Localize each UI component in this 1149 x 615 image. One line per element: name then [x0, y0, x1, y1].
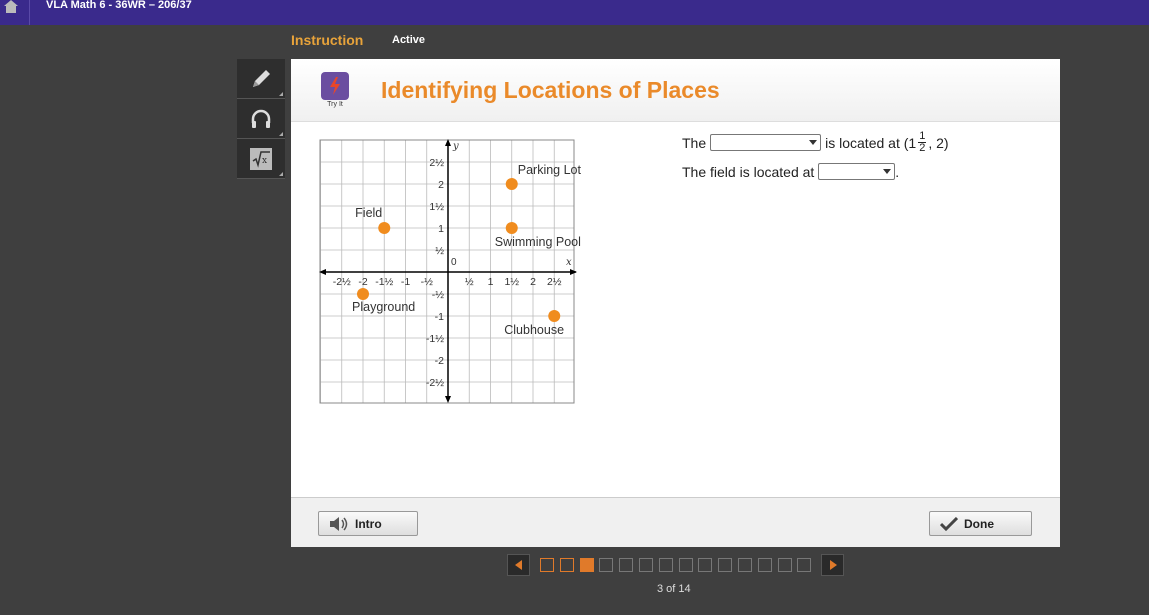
- page-indicator[interactable]: [698, 558, 713, 572]
- q2-text-before: The field is located at: [682, 163, 815, 180]
- x-tick-label: -1: [401, 276, 410, 288]
- page-indicator[interactable]: [737, 558, 752, 572]
- done-button[interactable]: Done: [929, 511, 1032, 536]
- page-indicator[interactable]: [599, 558, 614, 572]
- y-tick-label: 2: [438, 179, 444, 191]
- page-indicator[interactable]: [797, 558, 812, 572]
- point-label: Parking Lot: [518, 163, 582, 177]
- plot-point: [357, 288, 369, 300]
- fraction-half: 1 2: [918, 131, 927, 154]
- page-indicator[interactable]: [638, 558, 653, 572]
- pencil-icon: [253, 69, 270, 87]
- q1-text-before: The: [682, 134, 707, 151]
- place-select[interactable]: [710, 134, 822, 151]
- home-icon: [4, 0, 18, 13]
- y-tick-label: 1½: [429, 201, 444, 213]
- x-tick-label: 1½: [504, 276, 519, 288]
- try-it-badge: Try It: [321, 72, 349, 108]
- arrow-left-icon: [514, 560, 522, 570]
- tab-instruction[interactable]: Instruction: [291, 32, 363, 48]
- page-indicator[interactable]: [678, 558, 693, 572]
- page-indicator[interactable]: [658, 558, 673, 572]
- page-indicator[interactable]: [559, 558, 574, 572]
- y-tick-label: -1½: [426, 333, 444, 345]
- x-tick-label: ½: [465, 276, 474, 288]
- arrow-right-icon: [829, 560, 837, 570]
- x-tick-label: 2½: [547, 276, 562, 288]
- plot-point: [505, 222, 518, 234]
- fraction-denominator: 2: [919, 142, 926, 154]
- panel-footer: Intro Done: [291, 497, 1060, 547]
- page-indicator[interactable]: [579, 558, 594, 572]
- page-count: 3 of 14: [657, 583, 691, 595]
- calculator-icon: x: [250, 147, 272, 170]
- page-indicator[interactable]: [619, 558, 634, 572]
- home-button[interactable]: [0, 0, 30, 25]
- speaker-icon: [330, 516, 348, 531]
- point-label: Clubhouse: [504, 323, 564, 337]
- page-indicator[interactable]: [718, 558, 733, 572]
- lightning-icon: [330, 77, 340, 95]
- page-indicator[interactable]: [540, 558, 554, 572]
- y-axis-label: y: [452, 141, 459, 152]
- page-navigator: [507, 554, 845, 576]
- chevron-down-icon: [883, 169, 892, 174]
- app-title: VLA Math 6 - 36WR – 206/37: [46, 0, 192, 11]
- y-tick-label: 2½: [429, 157, 444, 169]
- page-indicator[interactable]: [757, 558, 772, 572]
- coordinate-graph: x y 0 -2½ -2 -1½ -1 -½ ½ 1 1½ 2 2½2½21½1½-½-1-1½-…: [319, 139, 582, 404]
- page-title: Identifying Locations of Places: [381, 77, 720, 103]
- x-axis-label: x: [566, 257, 572, 268]
- math-tool-button[interactable]: x: [237, 139, 285, 179]
- location-select[interactable]: [818, 163, 896, 180]
- page-indicator[interactable]: [777, 558, 792, 572]
- tool-column: x: [237, 59, 285, 179]
- q2-text-end: .: [895, 163, 900, 180]
- plot-point: [505, 178, 518, 190]
- origin-label: 0: [451, 257, 457, 268]
- x-tick-label: -1½: [375, 276, 393, 288]
- y-tick-label: -2½: [426, 377, 444, 389]
- headphones-icon: [251, 109, 271, 128]
- x-tick-label: -2½: [333, 276, 351, 288]
- prev-page-button[interactable]: [507, 554, 530, 576]
- q1-text-end: , 2): [928, 134, 949, 151]
- question-2: The field is located at .: [682, 163, 899, 180]
- page-indicators: [540, 558, 817, 572]
- chevron-down-icon: [809, 140, 818, 145]
- question-1: The is located at (1 1 2 , 2): [682, 131, 949, 154]
- point-label: Swimming Pool: [495, 235, 581, 249]
- top-bar: VLA Math 6 - 36WR – 206/37: [0, 0, 1149, 25]
- q1-text-after: is located at (1: [825, 134, 917, 151]
- intro-button[interactable]: Intro: [318, 511, 418, 536]
- plot-point: [378, 222, 391, 234]
- pencil-tool-button[interactable]: [237, 59, 285, 99]
- plot-point: [548, 310, 561, 322]
- audio-tool-button[interactable]: [237, 99, 285, 139]
- svg-text:x: x: [262, 156, 267, 166]
- y-tick-label: -½: [432, 289, 444, 301]
- point-label: Playground: [352, 300, 415, 314]
- y-tick-label: ½: [435, 245, 444, 257]
- checkmark-icon: [940, 516, 958, 531]
- tab-active[interactable]: Active: [392, 34, 425, 46]
- activity-panel: Try It Identifying Locations of Places x…: [291, 59, 1060, 547]
- done-label: Done: [964, 516, 994, 531]
- try-it-label: Try It: [327, 101, 343, 108]
- x-tick-label: -½: [421, 276, 433, 288]
- panel-header: Try It Identifying Locations of Places: [291, 59, 1060, 122]
- y-tick-label: -2: [435, 355, 444, 367]
- x-tick-label: 1: [488, 276, 494, 288]
- y-tick-label: -1: [435, 311, 444, 323]
- x-tick-label: 2: [530, 276, 536, 288]
- next-page-button[interactable]: [821, 554, 845, 576]
- point-label: Field: [355, 206, 382, 220]
- intro-label: Intro: [355, 516, 382, 531]
- x-tick-label: -2: [358, 276, 367, 288]
- y-tick-label: 1: [438, 223, 444, 235]
